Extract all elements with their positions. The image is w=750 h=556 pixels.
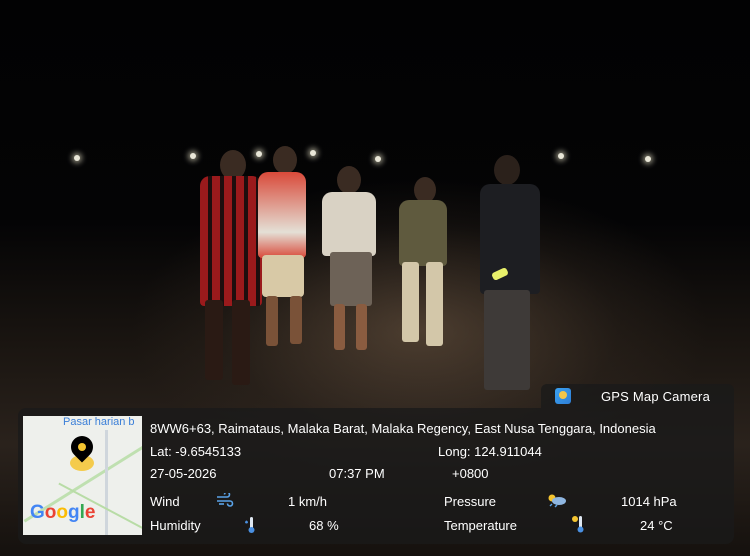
date-text: 27-05-2026 bbox=[150, 466, 217, 481]
longitude-text: Long: 124.911044 bbox=[438, 444, 542, 459]
humidity-label: Humidity bbox=[150, 518, 201, 533]
latitude-text: Lat: -9.6545133 bbox=[150, 444, 242, 459]
wind-value: 1 km/h bbox=[288, 494, 328, 509]
distant-light bbox=[74, 155, 80, 161]
distant-light bbox=[375, 156, 381, 162]
map-road bbox=[105, 430, 108, 535]
pressure-value: 1014 hPa bbox=[621, 494, 677, 509]
location-pin-dot bbox=[78, 443, 86, 451]
temperature-label: Temperature bbox=[444, 518, 517, 533]
pressure-icon bbox=[548, 494, 566, 508]
distant-light bbox=[310, 150, 316, 156]
distant-light bbox=[190, 153, 196, 159]
badge-title: GPS Map Camera bbox=[601, 388, 711, 404]
time-text: 07:37 PM bbox=[329, 466, 385, 481]
timezone-text: +0800 bbox=[452, 466, 489, 481]
thermometer-icon bbox=[572, 516, 584, 533]
distant-light bbox=[645, 156, 651, 162]
gps-map-camera-app-icon bbox=[555, 388, 571, 404]
pressure-label: Pressure bbox=[444, 494, 497, 509]
temperature-value: 24 °C bbox=[640, 518, 673, 533]
gps-map-camera-badge: GPS Map Camera bbox=[541, 384, 734, 408]
wind-label: Wind bbox=[150, 494, 180, 509]
wind-icon bbox=[217, 493, 234, 507]
google-logo: Google bbox=[30, 502, 96, 523]
map-place-label: Pasar harian b bbox=[63, 416, 135, 428]
humidity-value: 68 % bbox=[309, 518, 339, 533]
distant-light bbox=[558, 153, 564, 159]
distant-light bbox=[256, 151, 262, 157]
mini-map: Pasar harian b Google bbox=[23, 416, 142, 535]
humidity-icon bbox=[245, 517, 255, 533]
address-text: 8WW6+63, Raimataus, Malaka Barat, Malaka… bbox=[150, 421, 656, 436]
